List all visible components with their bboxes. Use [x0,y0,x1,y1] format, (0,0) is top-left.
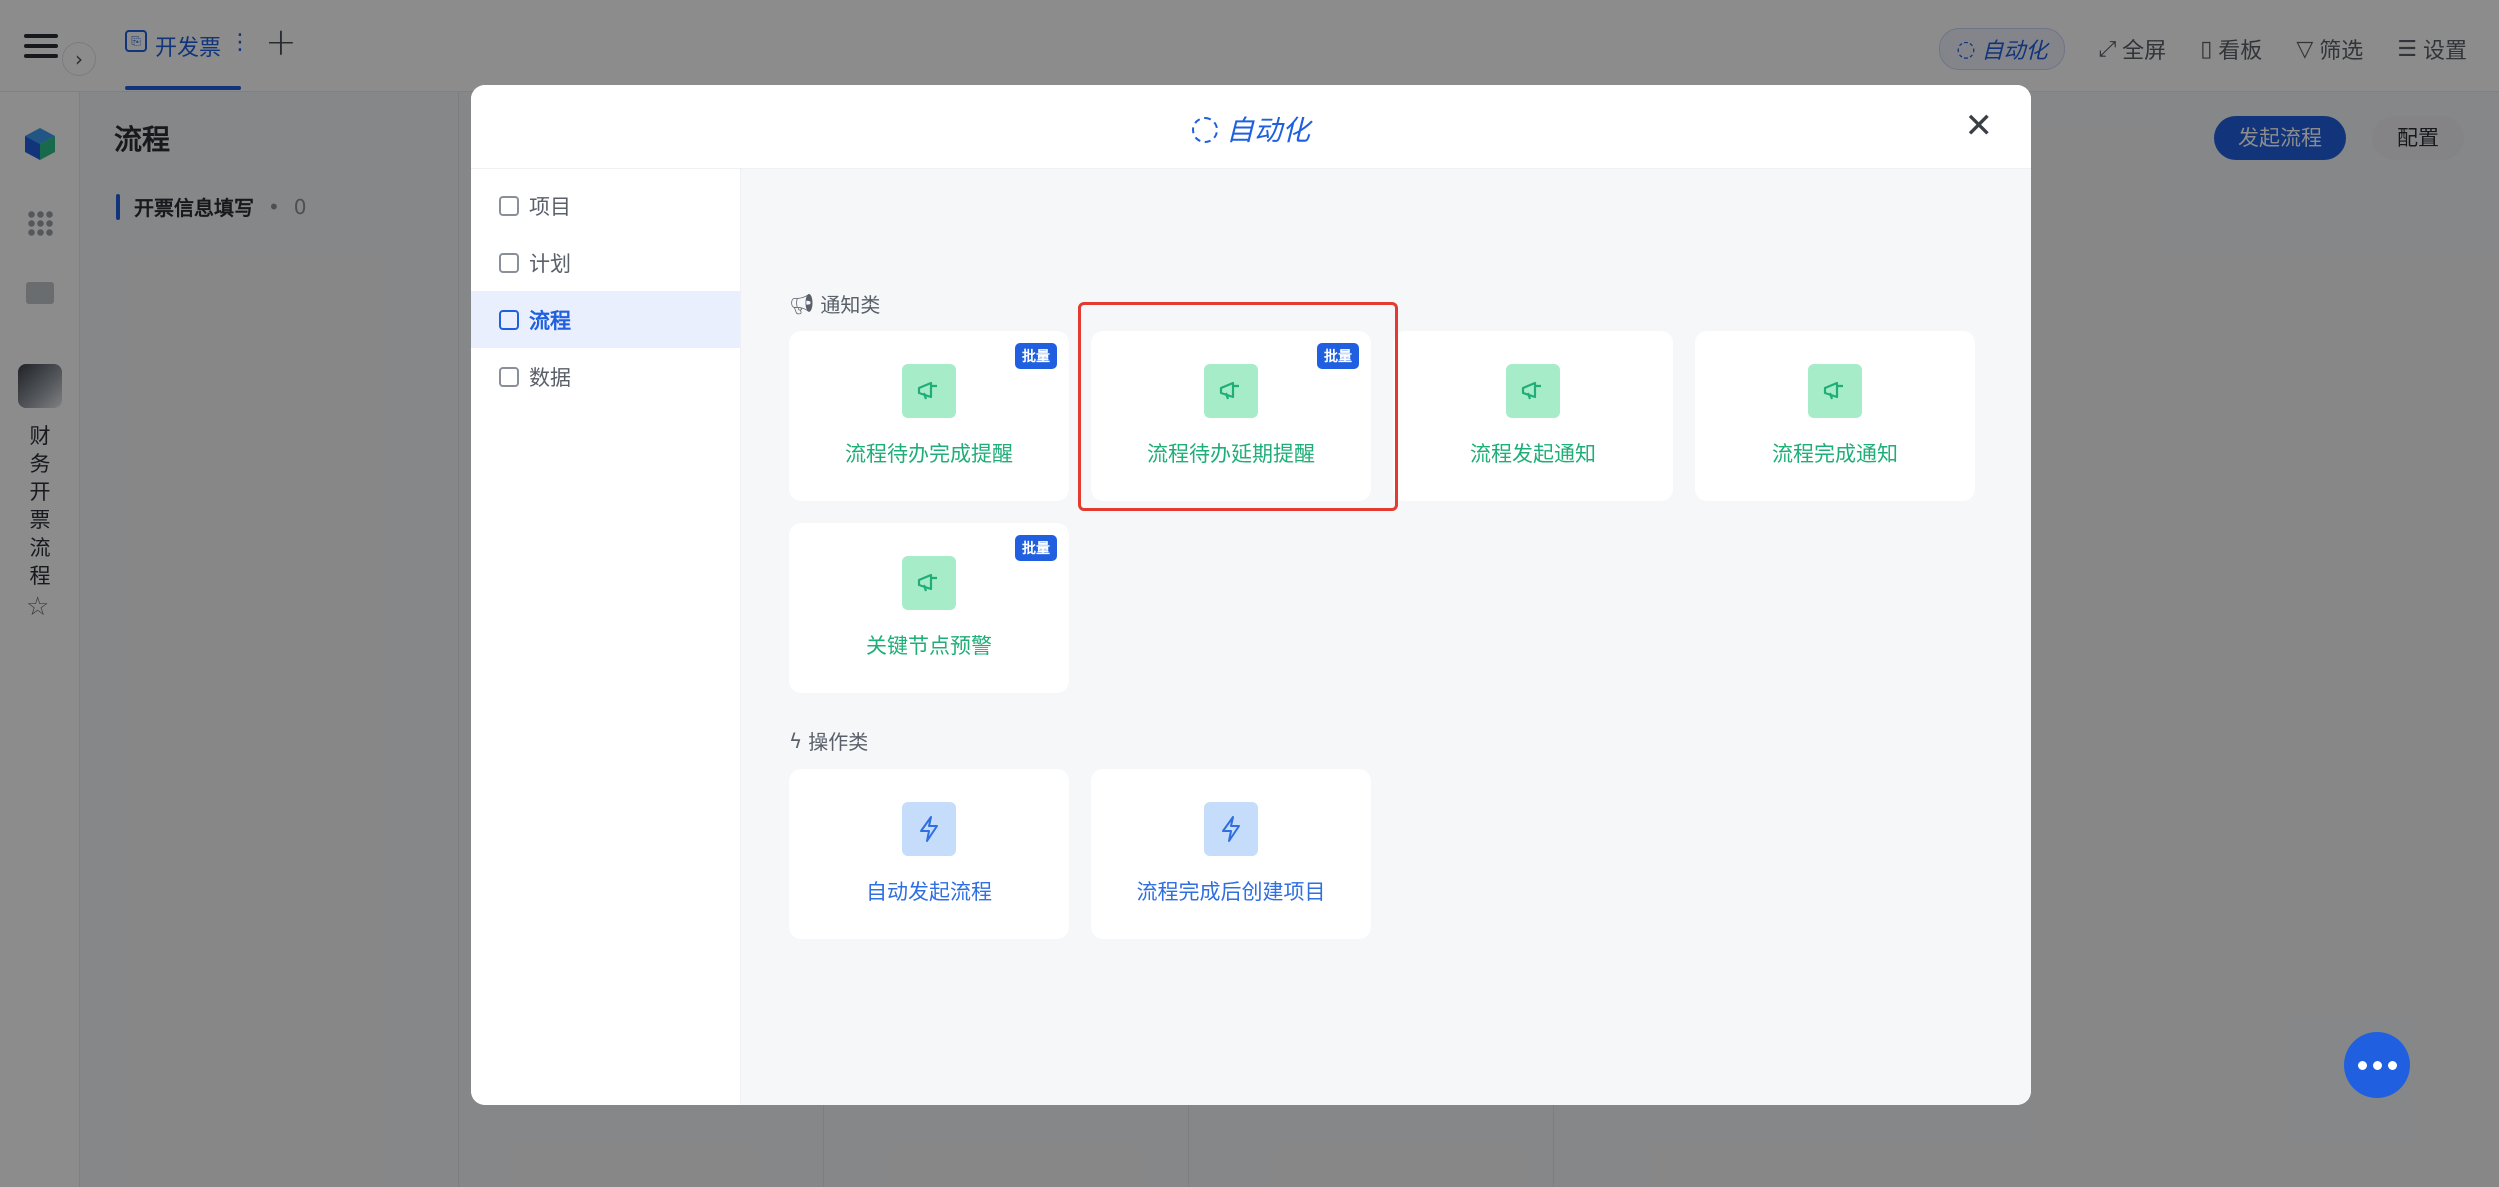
megaphone-icon: 📢︎ [789,291,815,316]
card-label: 自动发起流程 [866,880,992,904]
automation-card[interactable]: 流程完成通知 [1695,331,1975,501]
menu-item-project[interactable]: 项目 [471,177,740,234]
modal-category-menu: 项目 计划 流程 数据 [471,169,741,1105]
modal-content: 📢︎ 通知类 批量 流程待办完成提醒 批量 流程待办延期提醒 流程发起通知 流程… [741,169,2031,1105]
automation-card[interactable]: 流程发起通知 [1393,331,1673,501]
megaphone-icon [1808,364,1862,418]
section-title-action: ϟ 操作类 [789,728,869,755]
process-icon [499,309,519,330]
lightning-icon [902,802,956,856]
megaphone-icon [1506,364,1560,418]
automation-modal: 自动化 ✕ 项目 计划 流程 数据 📢︎ 通知类 批量 流程待办完成提醒 批量 … [471,85,2031,1105]
data-icon [499,366,519,387]
section-title-notify: 📢︎ 通知类 [789,291,881,318]
megaphone-icon [902,364,956,418]
modal-title: 自动化 [471,109,2031,149]
automation-card[interactable]: 自动发起流程 [789,769,1069,939]
automation-card[interactable]: 批量 流程待办完成提醒 [789,331,1069,501]
close-icon[interactable]: ✕ [1965,109,1994,143]
menu-item-plan[interactable]: 计划 [471,234,740,291]
batch-badge: 批量 [1015,343,1057,369]
highlight-box [1078,302,1398,511]
menu-item-data[interactable]: 数据 [471,348,740,405]
app-root: › ⎘ 开发票 ⋮ + ◌ 自动化 ⤢ 全屏 ▯ 看板 ▽ 筛选 ☰ 设置 财务开票流程 … [0,0,2499,1187]
project-icon [499,195,519,216]
megaphone-icon [902,556,956,610]
card-label: 流程完成后创建项目 [1136,880,1326,904]
card-label: 流程待办完成提醒 [845,442,1013,466]
lightning-icon [1204,802,1258,856]
automation-icon [1191,117,1218,143]
card-label: 关键节点预警 [866,634,992,658]
menu-item-process[interactable]: 流程 [471,291,740,348]
card-label: 流程发起通知 [1470,442,1596,466]
card-label: 流程完成通知 [1772,442,1898,466]
automation-card[interactable]: 流程完成后创建项目 [1091,769,1371,939]
chat-more-button[interactable] [2344,1032,2410,1098]
modal-header: 自动化 ✕ [471,85,2031,169]
batch-badge: 批量 [1015,535,1057,561]
automation-card[interactable]: 批量 关键节点预警 [789,523,1069,693]
plan-icon [499,252,519,273]
lightning-icon: ϟ [789,728,803,753]
